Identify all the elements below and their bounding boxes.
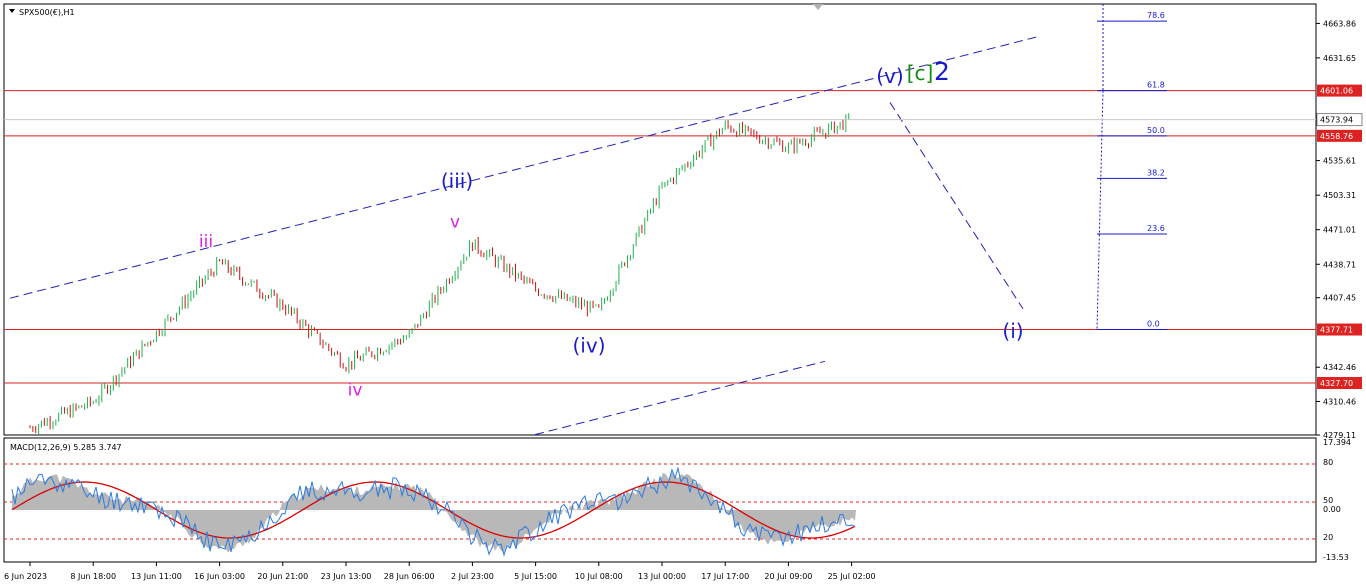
x-axis-label: 16 Jun 03:00	[194, 572, 245, 581]
x-axis-label: 10 Jul 08:00	[575, 572, 623, 581]
wave-label: 2	[934, 57, 950, 86]
x-axis-label: 28 Jun 06:00	[384, 572, 435, 581]
fib-level-label: 0.0	[1147, 320, 1160, 329]
price-axis-label: 4438.71	[1323, 260, 1356, 269]
x-axis-label: 25 Jul 02:00	[828, 572, 876, 581]
price-axis-label: 4663.86	[1323, 19, 1356, 28]
wave-label: (v)	[876, 64, 903, 88]
x-axis-label: 5 Jul 15:00	[514, 572, 557, 581]
macd-title: MACD(12,26,9) 5.285 3.747	[10, 443, 122, 452]
wave-label: (iii)	[441, 169, 473, 193]
macd-axis-label: 17.394	[1323, 438, 1351, 447]
price-axis-label: 4631.65	[1323, 54, 1356, 63]
fib-level-label: 38.2	[1147, 168, 1165, 177]
price-axis-label: 4407.45	[1323, 294, 1356, 303]
chart-canvas: SPX500(€),H1 4601.06 4558.76 4377.71 4327.7…	[3, 3, 1363, 581]
fib-level-label: 61.8	[1147, 81, 1165, 90]
macd-axis-label: 0.00	[1323, 505, 1341, 514]
fib-level-label: 23.6	[1147, 224, 1165, 233]
price-axis-label: 4471.01	[1323, 226, 1356, 235]
fib-level-label: 78.6	[1147, 11, 1165, 20]
price-axis-label: 4342.46	[1323, 363, 1356, 372]
level-price-label: 4327.70	[1320, 379, 1353, 388]
wave-label: iii	[199, 232, 213, 252]
main-chart-frame	[3, 3, 1317, 436]
wave-label: (iv)	[573, 334, 606, 358]
chart-title: SPX500(€),H1	[19, 8, 75, 17]
level-price-label: 4601.06	[1320, 87, 1353, 96]
x-axis-label: 13 Jun 11:00	[131, 572, 182, 581]
x-axis-label: 6 Jun 2023	[4, 572, 47, 581]
wave-label: iv	[348, 381, 363, 401]
fib-level-label: 50.0	[1147, 126, 1165, 135]
level-price-label: 4558.76	[1320, 132, 1353, 141]
x-axis-label: 13 Jul 00:00	[638, 572, 686, 581]
x-axis-label: 20 Jul 09:00	[764, 572, 812, 581]
macd-axis-label: 80	[1323, 458, 1333, 467]
x-axis-label: 8 Jun 18:00	[70, 572, 116, 581]
price-axis-label: 4503.31	[1323, 191, 1356, 200]
price-axis-label: 4535.61	[1323, 157, 1356, 166]
macd-axis-label: 20	[1323, 533, 1333, 542]
macd-axis-label: 50	[1323, 496, 1333, 505]
wave-label: v	[450, 213, 460, 233]
macd-axis-label: -13.53	[1323, 553, 1349, 562]
x-axis-label: 17 Jul 17:00	[701, 572, 749, 581]
level-price-label: 4377.71	[1320, 326, 1353, 335]
wave-label: (i)	[1002, 319, 1023, 343]
wave-label: [c]	[907, 61, 934, 85]
current-price-label: 4573.94	[1320, 116, 1353, 125]
x-axis-label: 2 Jul 23:00	[451, 572, 494, 581]
x-axis-label: 20 Jun 21:00	[257, 572, 308, 581]
x-axis-label: 23 Jun 13:00	[321, 572, 372, 581]
price-axis-label: 4310.46	[1323, 397, 1356, 406]
